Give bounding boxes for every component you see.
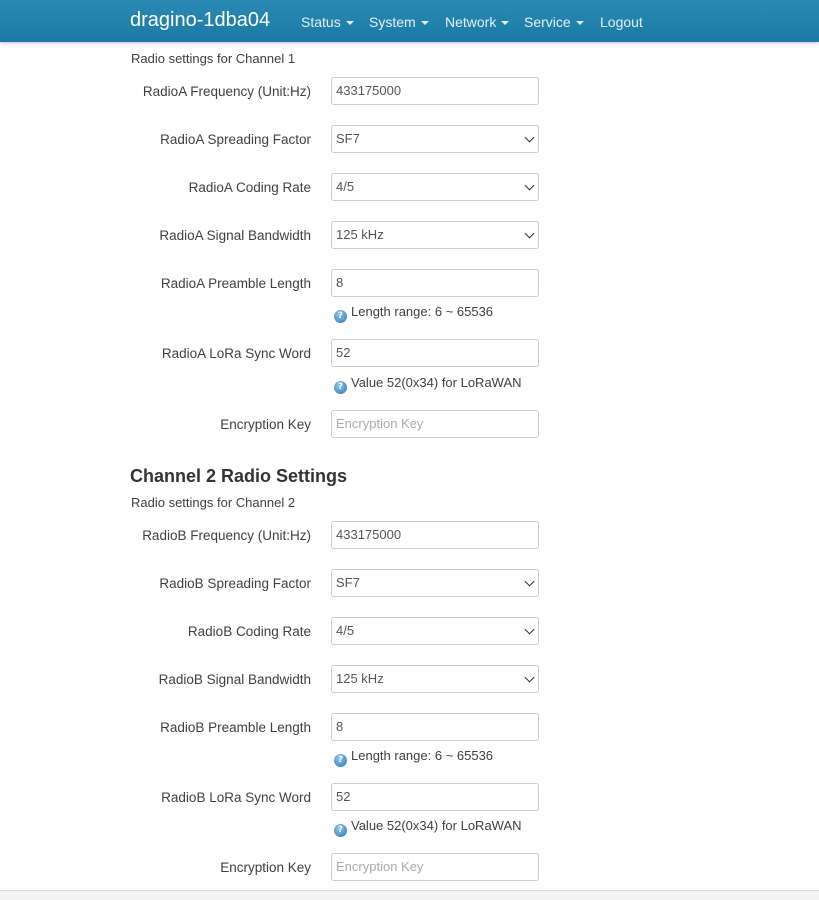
brand-title[interactable]: dragino-1dba04 [130, 9, 270, 32]
radiob-preamble-hint: ? Length range: 6 ~ 65536 [334, 748, 493, 767]
channel1-description: Radio settings for Channel 1 [131, 51, 296, 66]
radioa-coding-rate-value: 4/5 [336, 179, 355, 194]
nav-service-label: Service [524, 14, 571, 30]
radioa-sync-word-label: RadioA LoRa Sync Word [161, 346, 311, 361]
radiob-coding-rate-value: 4/5 [336, 623, 355, 638]
radioa-spreading-factor-label: RadioA Spreading Factor [160, 132, 311, 147]
nav-network-label: Network [445, 14, 497, 30]
nav-status[interactable]: Status [301, 14, 354, 30]
channel1-encryption-input[interactable]: Encryption Key [331, 410, 539, 438]
nav-logout[interactable]: Logout [600, 14, 643, 30]
radiob-spreading-factor-value: SF7 [336, 575, 360, 590]
caret-down-icon [501, 21, 510, 26]
radioa-bandwidth-label: RadioA Signal Bandwidth [159, 228, 311, 243]
radioa-bandwidth-value: 125 kHz [336, 227, 384, 242]
radiob-sync-word-hint-text: Value 52(0x34) for LoRaWAN [351, 818, 522, 833]
radiob-sync-word-input[interactable]: 52 [331, 783, 539, 811]
radiob-bandwidth-value: 125 kHz [336, 671, 384, 686]
radiob-preamble-input[interactable]: 8 [331, 713, 539, 741]
radioa-preamble-label: RadioA Preamble Length [160, 276, 311, 291]
radioa-spreading-factor-select[interactable]: SF7 [331, 125, 539, 153]
radiob-coding-rate-label: RadioB Coding Rate [187, 624, 311, 639]
channel2-encryption-input[interactable]: Encryption Key [331, 853, 539, 881]
radioa-spreading-factor-value: SF7 [336, 131, 360, 146]
radioa-frequency-label: RadioA Frequency (Unit:Hz) [142, 84, 311, 99]
caret-down-icon [345, 21, 354, 26]
help-icon: ? [334, 754, 347, 767]
help-icon: ? [334, 824, 347, 837]
radioa-sync-word-input[interactable]: 52 [331, 339, 539, 367]
help-icon: ? [334, 310, 347, 323]
radiob-spreading-factor-select[interactable]: SF7 [331, 569, 539, 597]
radioa-preamble-hint-text: Length range: 6 ~ 65536 [351, 304, 494, 319]
nav-system[interactable]: System [369, 14, 429, 30]
radioa-preamble-hint: ? Length range: 6 ~ 65536 [334, 304, 493, 323]
channel2-description: Radio settings for Channel 2 [131, 495, 296, 510]
nav-service[interactable]: Service [524, 14, 584, 30]
radiob-frequency-input[interactable]: 433175000 [331, 521, 539, 549]
nav-status-label: Status [301, 14, 341, 30]
nav-system-label: System [369, 14, 416, 30]
channel2-section-title: Channel 2 Radio Settings [130, 466, 348, 486]
radiob-sync-word-hint: ? Value 52(0x34) for LoRaWAN [334, 818, 522, 837]
radioa-sync-word-hint: ? Value 52(0x34) for LoRaWAN [334, 375, 522, 394]
radioa-bandwidth-select[interactable]: 125 kHz [331, 221, 539, 249]
chevron-down-icon [524, 576, 535, 587]
radioa-preamble-input[interactable]: 8 [331, 269, 539, 297]
nav-logout-label: Logout [600, 14, 643, 30]
top-navbar: dragino-1dba04 Status System Network Ser… [0, 0, 819, 42]
chevron-down-icon [524, 180, 535, 191]
radiob-spreading-factor-label: RadioB Spreading Factor [159, 576, 311, 591]
radioa-coding-rate-label: RadioA Coding Rate [188, 180, 311, 195]
chevron-down-icon [524, 672, 535, 683]
caret-down-icon [420, 21, 429, 26]
radioa-coding-rate-select[interactable]: 4/5 [331, 173, 539, 201]
radiob-sync-word-label: RadioB LoRa Sync Word [161, 790, 311, 805]
radiob-coding-rate-select[interactable]: 4/5 [331, 617, 539, 645]
radiob-frequency-label: RadioB Frequency (Unit:Hz) [142, 528, 311, 543]
chevron-down-icon [524, 132, 535, 143]
caret-down-icon [575, 21, 584, 26]
radiob-preamble-label: RadioB Preamble Length [160, 720, 311, 735]
nav-network[interactable]: Network [445, 14, 510, 30]
chevron-down-icon [524, 624, 535, 635]
channel1-encryption-label: Encryption Key [220, 417, 311, 432]
channel2-encryption-label: Encryption Key [220, 860, 311, 875]
radioa-sync-word-hint-text: Value 52(0x34) for LoRaWAN [351, 375, 522, 390]
chevron-down-icon [524, 228, 535, 239]
help-icon: ? [334, 381, 347, 394]
radioa-frequency-input[interactable]: 433175000 [331, 77, 539, 105]
radiob-preamble-hint-text: Length range: 6 ~ 65536 [351, 748, 494, 763]
radiob-bandwidth-label: RadioB Signal Bandwidth [158, 672, 311, 687]
radiob-bandwidth-select[interactable]: 125 kHz [331, 665, 539, 693]
